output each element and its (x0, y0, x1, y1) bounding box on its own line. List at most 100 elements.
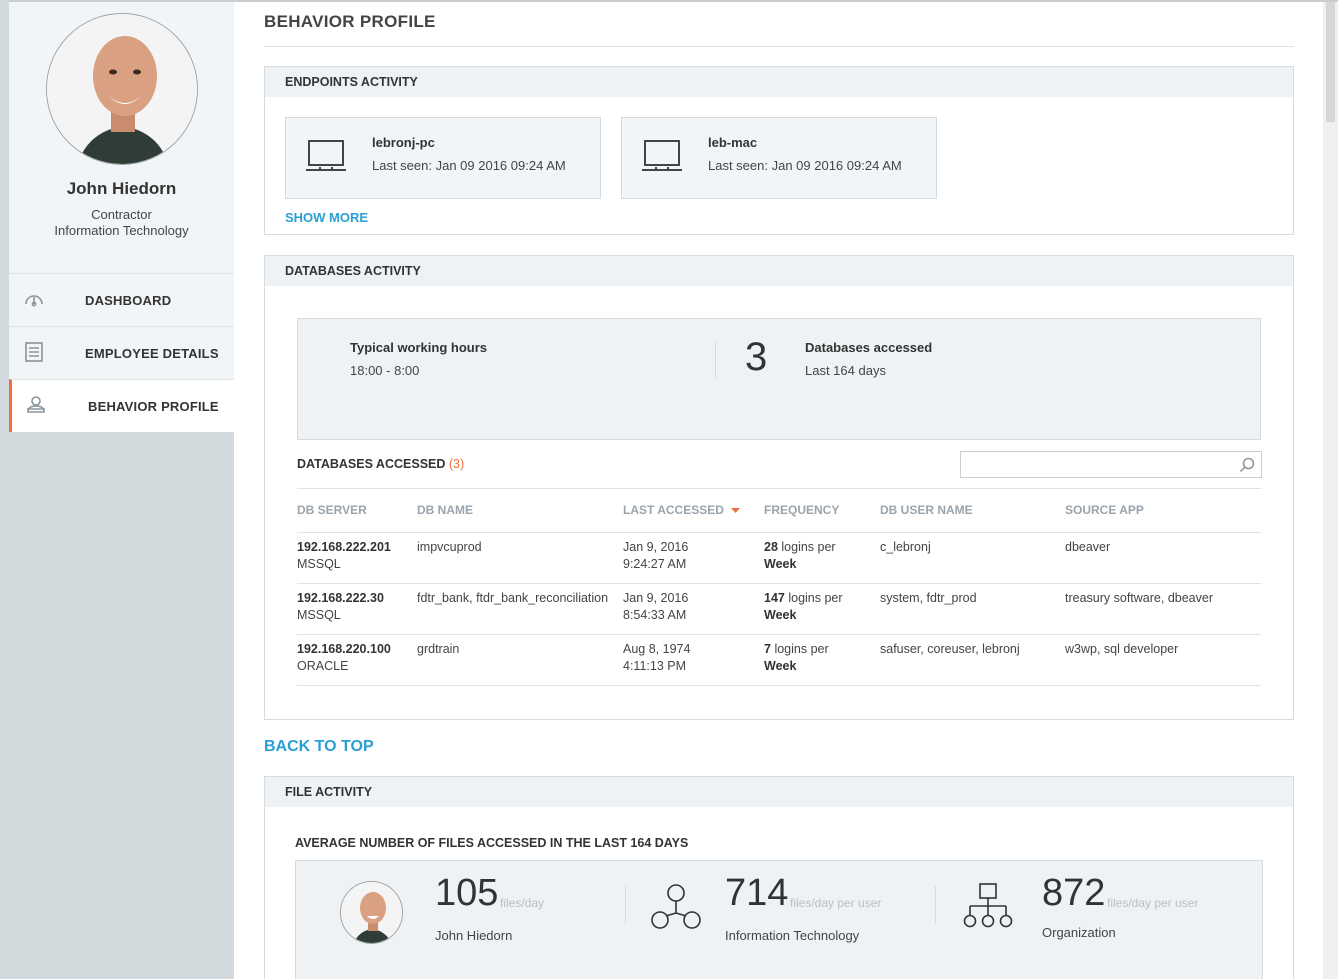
file-activity-panel: FILE ACTIVITY AVERAGE NUMBER OF FILES AC… (264, 776, 1294, 979)
main-content: BEHAVIOR PROFILE ENDPOINTS ACTIVITY lebr… (264, 2, 1294, 979)
endpoint-name: lebronj-pc (372, 135, 435, 150)
accessed-time: 9:24:27 AM (623, 557, 687, 571)
scrollbar-thumb[interactable] (1326, 2, 1335, 122)
cell-last-accessed: Jan 9, 2016 9:24:27 AM (623, 539, 688, 573)
show-more-link[interactable]: SHOW MORE (285, 210, 368, 225)
col-last-accessed[interactable]: LAST ACCESSED (623, 503, 741, 517)
cell-frequency: 7 logins per Week (764, 641, 829, 675)
server-type: ORACLE (297, 659, 349, 673)
server-type: MSSQL (297, 608, 341, 622)
endpoint-card[interactable]: lebronj-pc Last seen: Jan 09 2016 09:24 … (285, 117, 601, 199)
cell-source-app: treasury software, dbeaver (1065, 591, 1213, 605)
accessed-date: Jan 9, 2016 (623, 540, 689, 554)
cell-frequency: 28 logins per Week (764, 539, 836, 573)
server-ip: 192.168.222.201 (297, 540, 391, 554)
row-divider (297, 634, 1261, 635)
back-to-top-link[interactable]: BACK TO TOP (264, 738, 374, 756)
endpoint-last-seen: Last seen: Jan 09 2016 09:24 AM (708, 158, 902, 173)
working-hours-label: Typical working hours (350, 340, 488, 355)
stat-unit: files/day per user (790, 896, 882, 910)
table-header-top-line (297, 488, 1261, 489)
stat-divider (625, 886, 626, 924)
stat-unit: files/day (500, 896, 545, 910)
profile-card: John Hiedorn Contractor Information Tech… (9, 2, 234, 273)
profile-icon (25, 394, 47, 416)
avatar (45, 13, 198, 165)
scrollbar-track[interactable] (1323, 2, 1338, 979)
db-count-period: Last 164 days (805, 363, 886, 378)
db-search-input[interactable] (960, 451, 1262, 478)
cell-db-name: fdtr_bank, ftdr_bank_reconciliation (417, 591, 609, 605)
org-chart-icon (963, 883, 1013, 928)
col-db-user-name[interactable]: DB USER NAME (880, 503, 973, 517)
cell-last-accessed: Jan 9, 2016 8:54:33 AM (623, 590, 688, 624)
laptop-icon (642, 140, 682, 171)
sidebar-item-label: DASHBOARD (85, 292, 172, 308)
endpoint-last-seen: Last seen: Jan 09 2016 09:24 AM (372, 158, 566, 173)
db-table-count: (3) (448, 457, 465, 471)
db-table-title-text: DATABASES ACCESSED (297, 457, 446, 471)
col-db-name[interactable]: DB NAME (417, 503, 473, 517)
db-table-title: DATABASES ACCESSED (3) (297, 457, 464, 471)
network-icon (651, 884, 701, 929)
file-stats-box: 105 files/day John Hiedorn 714 files/day… (295, 860, 1263, 979)
cell-db-name: impvcuprod (417, 540, 482, 554)
col-db-server[interactable]: DB SERVER (297, 503, 367, 517)
cell-db-name: grdtrain (417, 642, 460, 656)
databases-title: DATABASES ACTIVITY (265, 256, 1293, 286)
col-source-app[interactable]: SOURCE APP (1065, 503, 1144, 517)
sort-desc-icon (731, 507, 741, 513)
server-ip: 192.168.222.30 (297, 591, 384, 605)
user-name: John Hiedorn (66, 179, 177, 198)
accessed-time: 4:11:13 PM (623, 659, 687, 673)
left-strip (0, 0, 9, 979)
accessed-time: 8:54:33 AM (623, 608, 687, 622)
user-role: Contractor (91, 207, 152, 222)
sidebar-item-dashboard[interactable]: DASHBOARD (9, 273, 234, 326)
cell-source-app: dbeaver (1065, 540, 1111, 554)
freq-text: logins per (774, 642, 829, 656)
endpoints-title: ENDPOINTS ACTIVITY (265, 67, 1293, 97)
row-divider (297, 685, 1261, 686)
sidebar-item-label: BEHAVIOR PROFILE (88, 398, 219, 414)
accessed-date: Jan 9, 2016 (623, 591, 689, 605)
freq-period: Week (764, 557, 797, 571)
databases-panel: DATABASES ACTIVITY Typical working hours… (264, 255, 1294, 720)
col-frequency[interactable]: FREQUENCY (764, 503, 839, 517)
db-summary: Typical working hours 18:00 - 8:00 3 Dat… (297, 318, 1261, 440)
sidebar-item-behavior-profile[interactable]: BEHAVIOR PROFILE (9, 379, 234, 432)
laptop-icon (306, 140, 346, 171)
stat-label: John Hiedorn (435, 928, 513, 943)
freq-text: logins per (781, 540, 836, 554)
endpoint-card[interactable]: leb-mac Last seen: Jan 09 2016 09:24 AM (621, 117, 937, 199)
sidebar-item-employee-details[interactable]: EMPLOYEE DETAILS (9, 326, 234, 379)
cell-frequency: 147 logins per Week (764, 590, 843, 624)
cell-db-user: safuser, coreuser, lebronj (880, 642, 1020, 656)
summary-divider (715, 341, 716, 379)
cell-db-server: 192.168.222.30 MSSQL (297, 590, 384, 624)
stat-divider (935, 886, 936, 924)
page-title: BEHAVIOR PROFILE (264, 12, 436, 31)
stat-label: Information Technology (725, 928, 860, 943)
cell-db-server: 192.168.220.100 ORACLE (297, 641, 391, 675)
freq-text: logins per (788, 591, 843, 605)
cell-db-server: 192.168.222.201 MSSQL (297, 539, 391, 573)
freq-period: Week (764, 608, 797, 622)
gauge-icon (23, 288, 45, 310)
server-ip: 192.168.220.100 (297, 642, 391, 656)
freq-num: 28 (764, 540, 778, 554)
user-role-department: Contractor Information Technology (9, 207, 234, 239)
search-icon[interactable] (1239, 457, 1255, 473)
freq-num: 7 (764, 642, 771, 656)
avatar (340, 881, 403, 944)
sidebar: John Hiedorn Contractor Information Tech… (9, 2, 234, 979)
sidebar-item-label: EMPLOYEE DETAILS (85, 345, 219, 361)
accessed-date: Aug 8, 1974 (623, 642, 691, 656)
freq-num: 147 (764, 591, 785, 605)
stat-unit: files/day per user (1107, 896, 1199, 910)
db-count: 3 (745, 335, 768, 379)
cell-db-user: c_lebronj (880, 540, 931, 554)
freq-period: Week (764, 659, 797, 673)
working-hours-value: 18:00 - 8:00 (350, 363, 420, 378)
file-activity-subtitle: AVERAGE NUMBER OF FILES ACCESSED IN THE … (295, 836, 689, 850)
